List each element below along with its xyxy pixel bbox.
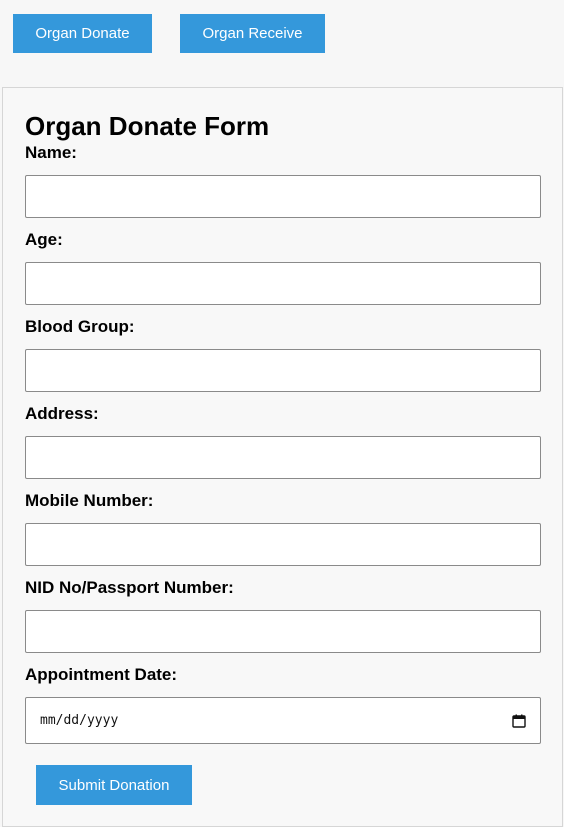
name-field[interactable]: [25, 175, 541, 218]
nid-passport-label: NID No/Passport Number:: [25, 578, 234, 597]
appointment-date-field[interactable]: mm/dd/yyyy: [25, 697, 541, 744]
age-field[interactable]: [25, 262, 541, 305]
calendar-icon[interactable]: [512, 714, 526, 728]
organ-donate-button[interactable]: Organ Donate: [13, 14, 152, 53]
appointment-date-label: Appointment Date:: [25, 665, 178, 684]
age-label: Age:: [25, 230, 63, 249]
address-label: Address:: [25, 404, 99, 423]
blood-group-label: Blood Group:: [25, 317, 135, 336]
organ-receive-button[interactable]: Organ Receive: [180, 14, 325, 53]
nid-passport-field[interactable]: [25, 610, 541, 653]
form-title: Organ Donate Form: [25, 111, 270, 141]
submit-donation-button[interactable]: Submit Donation: [36, 765, 192, 805]
name-label: Name:: [25, 143, 77, 162]
top-nav: Organ Donate Organ Receive: [0, 0, 564, 87]
donate-form: Organ Donate Form Name: Age: Blood Group…: [2, 87, 563, 827]
address-field[interactable]: [25, 436, 541, 479]
mobile-number-field[interactable]: [25, 523, 541, 566]
date-placeholder: mm/dd/yyyy: [40, 713, 119, 728]
mobile-number-label: Mobile Number:: [25, 491, 154, 510]
blood-group-field[interactable]: [25, 349, 541, 392]
